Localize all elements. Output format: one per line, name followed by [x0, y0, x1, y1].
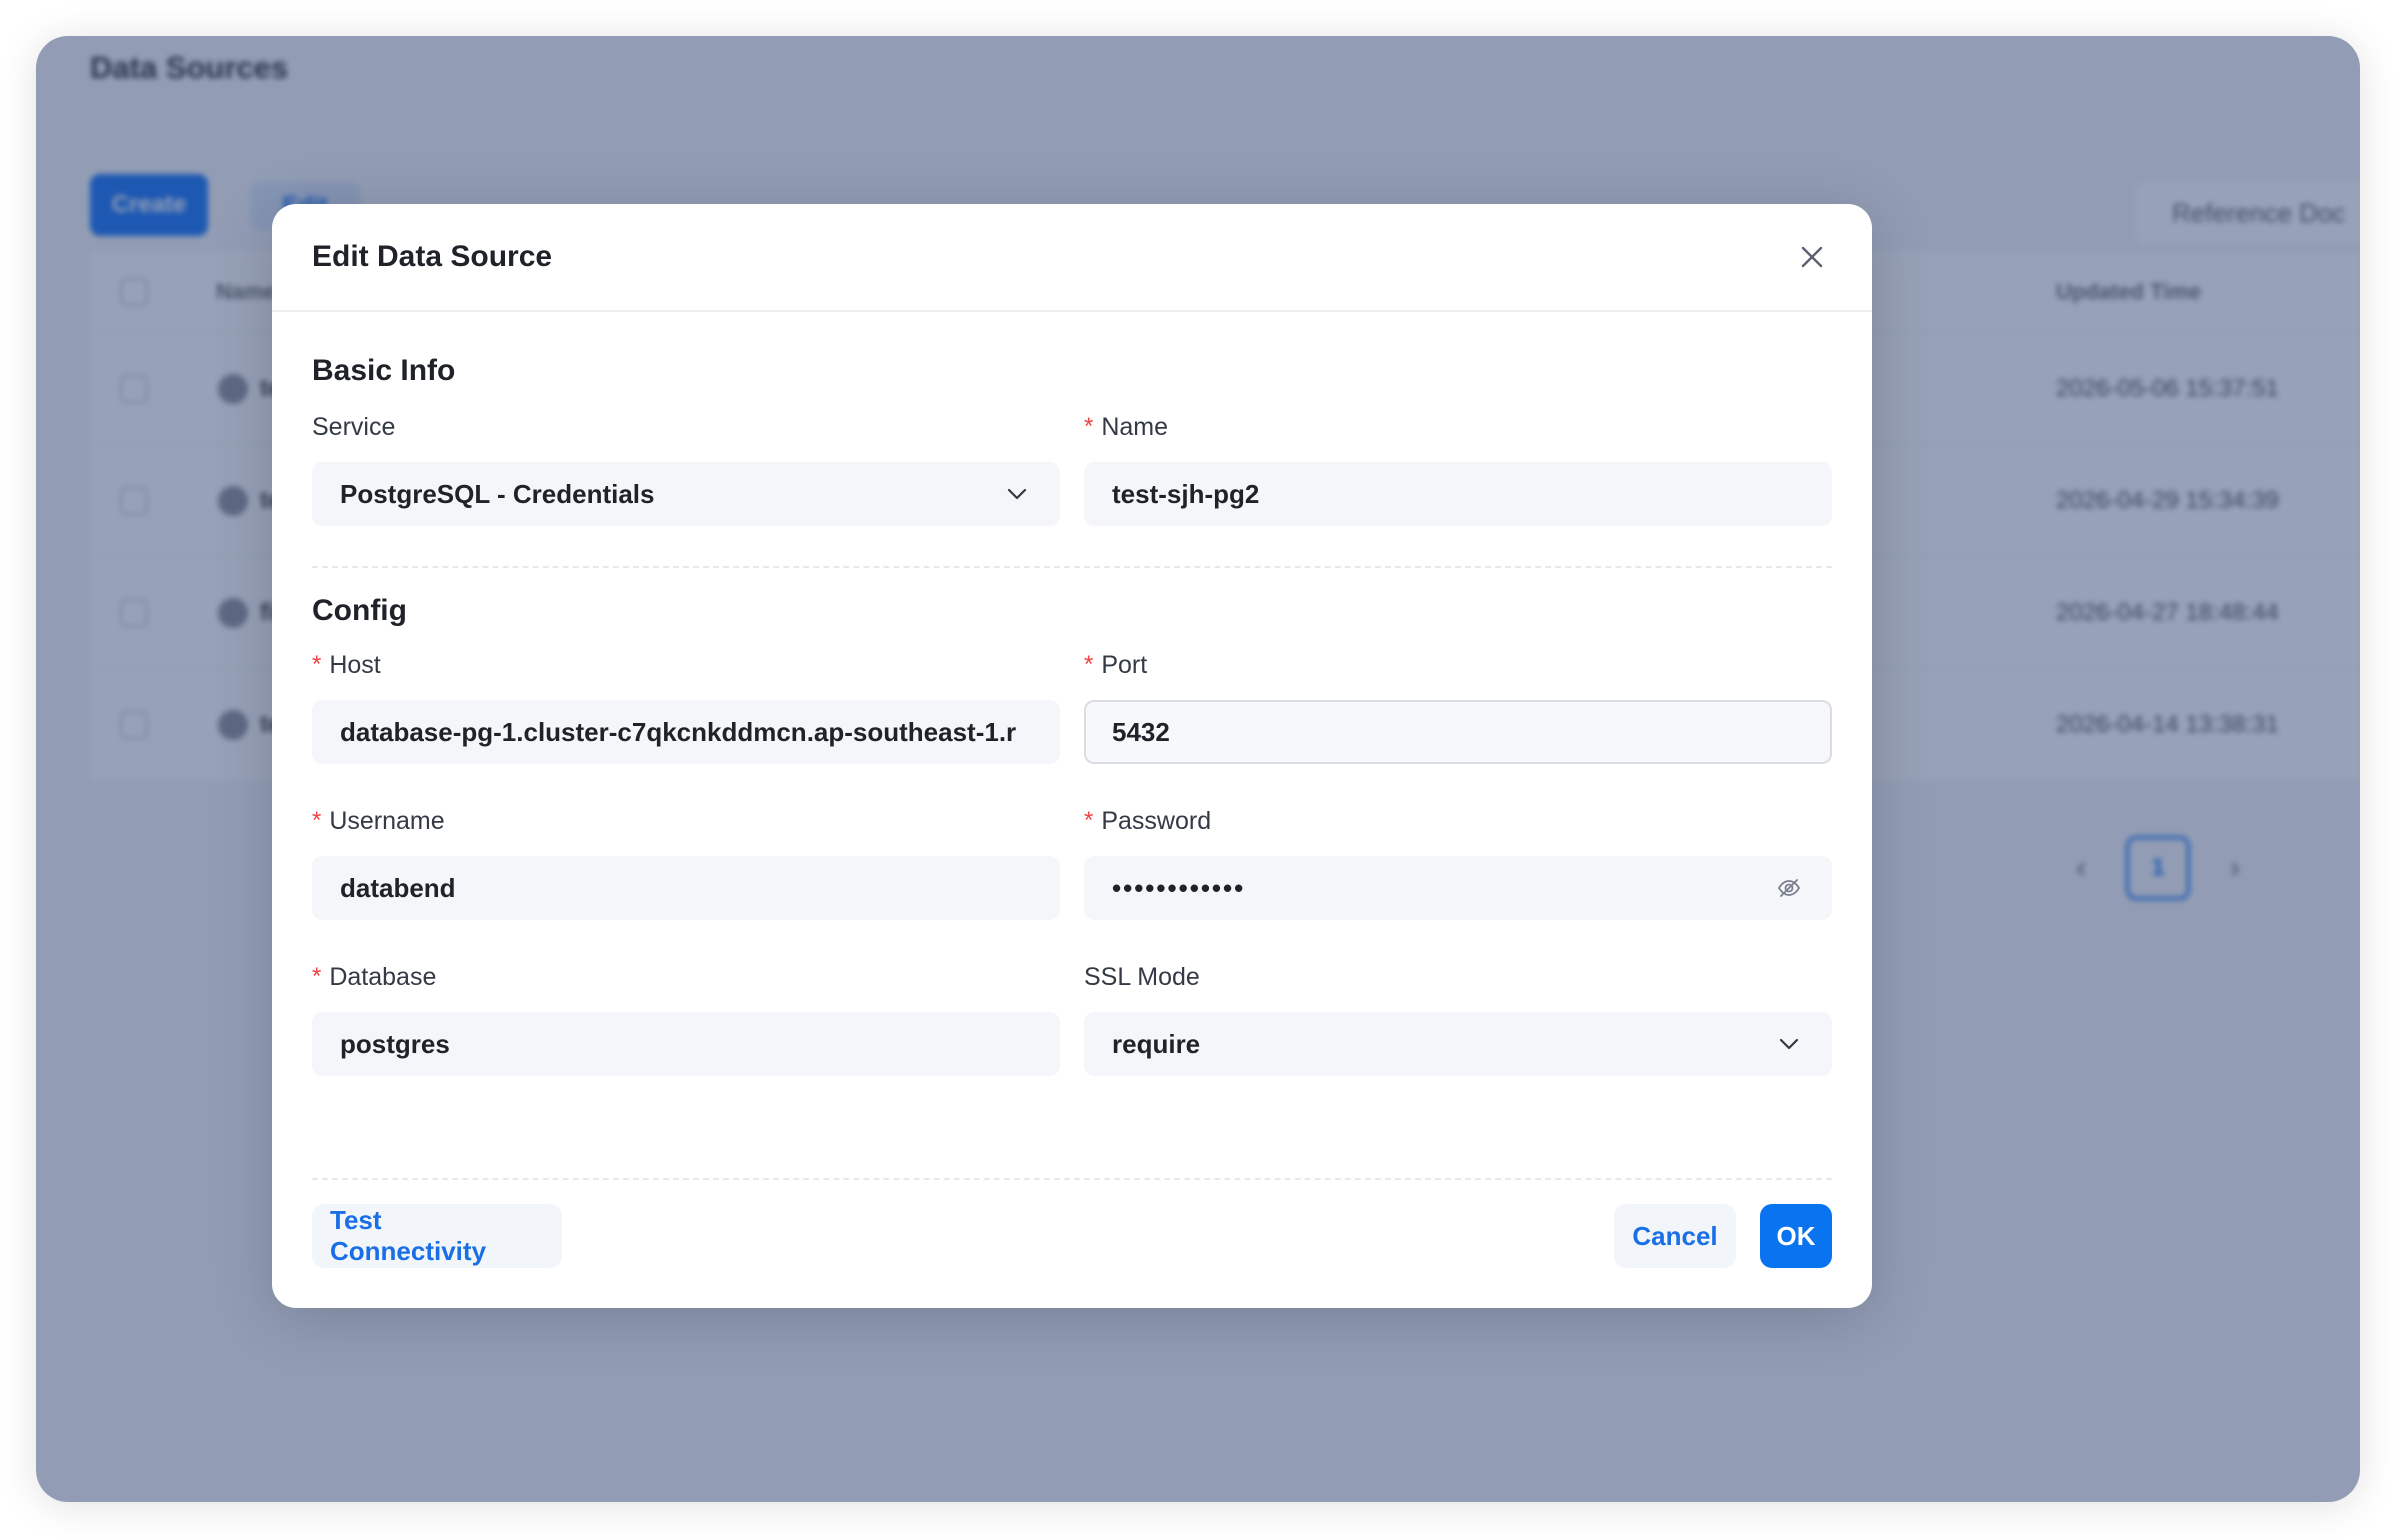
- edit-data-source-modal: Edit Data Source Basic Info Service Post…: [272, 204, 1872, 1308]
- config-title: Config: [312, 594, 407, 627]
- ssl-mode-label-text: SSL Mode: [1084, 963, 1200, 991]
- modal-body: Basic Info Service PostgreSQL - Credenti…: [272, 354, 1872, 1076]
- chevron-down-icon: [1774, 1029, 1804, 1059]
- service-select[interactable]: PostgreSQL - Credentials: [312, 462, 1060, 526]
- ssl-mode-field: SSL Mode require: [1084, 960, 1832, 1076]
- port-input[interactable]: 5432: [1084, 700, 1832, 764]
- host-value: database-pg-1.cluster-c7qkcnkddmcn.ap-so…: [340, 716, 1017, 747]
- database-label-text: Database: [329, 963, 437, 991]
- modal-footer: Test Connectivity Cancel OK: [312, 1204, 1832, 1268]
- required-mark: *: [1084, 651, 1094, 678]
- username-field: * Username databend: [312, 804, 1060, 920]
- config-row-3: * Database postgres SSL Mode require: [312, 960, 1832, 1076]
- username-label-text: Username: [329, 807, 445, 835]
- footer-actions: Cancel OK: [1614, 1204, 1832, 1268]
- host-field: * Host database-pg-1.cluster-c7qkcnkddmc…: [312, 648, 1060, 764]
- name-label: * Name: [1084, 410, 1832, 444]
- config-row-2: * Username databend * Password •••••••••…: [312, 804, 1832, 920]
- basic-info-title: Basic Info: [312, 354, 456, 387]
- database-input[interactable]: postgres: [312, 1012, 1060, 1076]
- service-label-text: Service: [312, 413, 396, 441]
- required-mark: *: [1084, 807, 1094, 834]
- host-label-text: Host: [329, 651, 381, 679]
- required-mark: *: [1084, 413, 1094, 440]
- modal-title: Edit Data Source: [312, 240, 553, 273]
- name-label-text: Name: [1101, 413, 1169, 441]
- chevron-down-icon: [1002, 479, 1032, 509]
- service-field: Service PostgreSQL - Credentials: [312, 410, 1060, 526]
- database-label: * Database: [312, 960, 1060, 994]
- service-value: PostgreSQL - Credentials: [340, 478, 655, 509]
- ssl-mode-value: require: [1112, 1028, 1201, 1059]
- test-connectivity-button[interactable]: Test Connectivity: [312, 1204, 562, 1268]
- password-field: * Password ••••••••••••: [1084, 804, 1832, 920]
- ssl-mode-label: SSL Mode: [1084, 960, 1832, 994]
- eye-off-icon[interactable]: [1774, 873, 1804, 903]
- service-label: Service: [312, 410, 1060, 444]
- ok-button[interactable]: OK: [1760, 1204, 1832, 1268]
- port-field: * Port 5432: [1084, 648, 1832, 764]
- name-input[interactable]: test-sjh-pg2: [1084, 462, 1832, 526]
- password-label: * Password: [1084, 804, 1832, 838]
- port-label: * Port: [1084, 648, 1832, 682]
- username-label: * Username: [312, 804, 1060, 838]
- footer-divider: [312, 1178, 1832, 1180]
- app-window: Data Sources Create Edit Reference Doc N…: [36, 36, 2360, 1502]
- close-icon: [1801, 246, 1823, 268]
- host-label: * Host: [312, 648, 1060, 682]
- name-value: test-sjh-pg2: [1112, 478, 1260, 509]
- required-mark: *: [312, 651, 322, 678]
- host-input[interactable]: database-pg-1.cluster-c7qkcnkddmcn.ap-so…: [312, 700, 1060, 764]
- section-divider: [312, 566, 1832, 568]
- modal-header: Edit Data Source: [272, 204, 1872, 312]
- password-value: ••••••••••••: [1112, 872, 1246, 903]
- required-mark: *: [312, 963, 322, 990]
- username-input[interactable]: databend: [312, 856, 1060, 920]
- password-input[interactable]: ••••••••••••: [1084, 856, 1832, 920]
- database-value: postgres: [340, 1028, 450, 1059]
- database-field: * Database postgres: [312, 960, 1060, 1076]
- port-label-text: Port: [1101, 651, 1148, 679]
- cancel-button[interactable]: Cancel: [1614, 1204, 1736, 1268]
- name-field: * Name test-sjh-pg2: [1084, 410, 1832, 526]
- close-button[interactable]: [1792, 237, 1832, 277]
- ssl-mode-select[interactable]: require: [1084, 1012, 1832, 1076]
- config-row-1: * Host database-pg-1.cluster-c7qkcnkddmc…: [312, 648, 1832, 764]
- username-value: databend: [340, 872, 456, 903]
- required-mark: *: [312, 807, 322, 834]
- basic-info-row: Service PostgreSQL - Credentials * Name: [312, 410, 1832, 526]
- password-label-text: Password: [1101, 807, 1212, 835]
- port-value: 5432: [1112, 716, 1170, 747]
